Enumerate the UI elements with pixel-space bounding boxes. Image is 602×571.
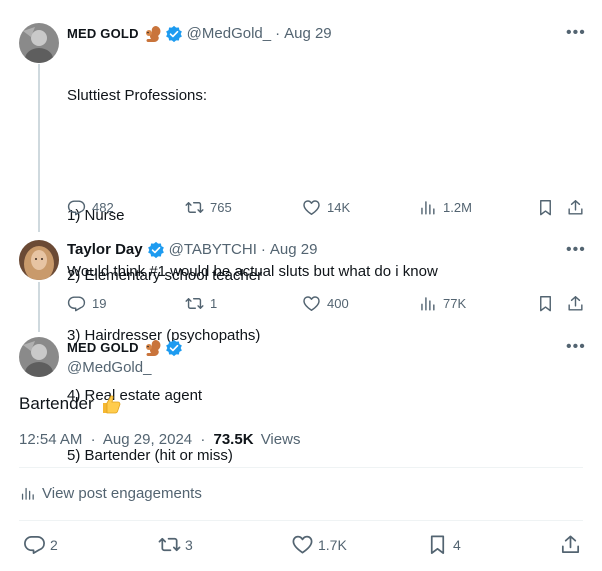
divider: [19, 520, 583, 521]
verified-badge-icon[interactable]: [165, 339, 183, 357]
tweet-time[interactable]: 12:54 AM: [19, 431, 82, 448]
verified-badge-icon[interactable]: [165, 25, 183, 43]
like-count: 1.7K: [318, 536, 347, 553]
tweet-date[interactable]: Aug 29: [270, 240, 318, 260]
avatar[interactable]: [19, 240, 59, 280]
author-name[interactable]: MED GOLD: [67, 24, 139, 44]
bookmark-icon: [540, 296, 551, 312]
reply-button[interactable]: 2: [23, 533, 58, 556]
thumbs-up-emoji-icon: [100, 393, 122, 415]
verified-badge-icon[interactable]: [147, 241, 165, 259]
avatar[interactable]: [19, 23, 59, 63]
views-count: 1.2M: [443, 200, 472, 215]
tweet-header: MED GOLD: [67, 338, 187, 358]
avatar-image: [19, 240, 59, 280]
bookmark-button[interactable]: [536, 198, 555, 217]
separator: ·: [90, 431, 96, 448]
heart-icon: [292, 535, 313, 554]
reply-icon: [67, 200, 86, 216]
squirrel-emoji-icon: [143, 338, 163, 358]
author-handle[interactable]: @MedGold_: [187, 24, 271, 44]
tweet-header: MED GOLD @MedGold_ · Aug 29: [67, 24, 332, 44]
views-icon: [421, 297, 435, 311]
tweet-date[interactable]: Aug 29, 2024: [103, 431, 192, 448]
tweet-body: Bartender: [19, 394, 94, 413]
more-options-icon[interactable]: •••: [566, 339, 586, 355]
share-button[interactable]: [566, 294, 585, 313]
bookmark-icon: [430, 535, 445, 554]
author-handle-row: @MedGold_: [67, 358, 151, 378]
more-options-icon[interactable]: •••: [566, 242, 586, 258]
separator: ·: [275, 25, 281, 42]
author-handle[interactable]: @TABYTCHI: [169, 240, 257, 260]
thread-line: [38, 282, 40, 332]
tweet-text: Bartender: [19, 392, 122, 416]
tweet-meta: 12:54 AM · Aug 29, 2024 · 73.5K Views: [19, 431, 300, 448]
share-icon: [568, 200, 583, 215]
tweet-line: 5) Bartender (hit or miss): [67, 447, 233, 464]
more-options-icon[interactable]: •••: [566, 25, 586, 41]
share-icon: [561, 535, 580, 554]
like-count: 400: [327, 296, 349, 311]
retweet-button[interactable]: 765: [185, 198, 232, 217]
author-name[interactable]: MED GOLD: [67, 338, 139, 358]
retweet-count: 765: [210, 200, 232, 215]
heart-icon: [303, 200, 320, 215]
retweet-icon: [158, 537, 181, 552]
like-button[interactable]: 400: [302, 294, 349, 313]
share-button[interactable]: [566, 198, 585, 217]
reply-icon: [67, 296, 86, 312]
views-icon: [421, 201, 435, 215]
separator: ·: [260, 241, 266, 258]
share-button[interactable]: [559, 533, 582, 556]
view-engagements-label: View post engagements: [42, 485, 202, 502]
separator: ·: [200, 431, 206, 448]
like-button[interactable]: 14K: [302, 198, 350, 217]
tweet-date[interactable]: Aug 29: [284, 24, 332, 44]
heart-icon: [303, 296, 320, 311]
retweet-count: 3: [185, 536, 193, 553]
views-count: 73.5K: [213, 431, 254, 448]
reply-count: 482: [92, 200, 114, 215]
reply-count: 2: [50, 536, 58, 553]
retweet-button[interactable]: 3: [158, 533, 193, 556]
retweet-icon: [185, 202, 204, 213]
author-name[interactable]: Taylor Day: [67, 240, 143, 260]
author-handle[interactable]: @MedGold_: [67, 358, 151, 378]
bookmark-icon: [540, 200, 551, 216]
avatar[interactable]: [19, 337, 59, 377]
tweet-line: Sluttiest Professions:: [67, 87, 208, 104]
tweet-text: Would think #1 would be actual sluts but…: [67, 263, 438, 280]
like-button[interactable]: 1.7K: [291, 533, 347, 556]
divider: [19, 467, 583, 468]
views-count: 77K: [443, 296, 467, 311]
bookmark-button[interactable]: 4: [426, 533, 461, 556]
views-button[interactable]: 77K: [418, 294, 466, 313]
views-icon: [21, 487, 34, 500]
retweet-button[interactable]: 1: [185, 294, 217, 313]
view-engagements-link[interactable]: View post engagements: [19, 485, 202, 502]
reply-button[interactable]: 19: [67, 294, 106, 313]
bookmark-count: 4: [453, 536, 461, 553]
squirrel-emoji-icon: [143, 24, 163, 44]
avatar-image: [19, 23, 59, 63]
tweet-header: Taylor Day @TABYTCHI · Aug 29: [67, 240, 317, 260]
reply-icon: [24, 535, 45, 554]
reply-count: 19: [92, 296, 107, 311]
retweet-count: 1: [210, 296, 218, 311]
bookmark-button[interactable]: [536, 294, 555, 313]
tweet-line: [67, 146, 262, 166]
reply-button[interactable]: 482: [67, 198, 114, 217]
avatar-image: [19, 337, 59, 377]
thread-line: [38, 64, 40, 232]
views-button[interactable]: 1.2M: [418, 198, 472, 217]
views-label: Views: [260, 431, 301, 448]
like-count: 14K: [327, 200, 351, 215]
retweet-icon: [185, 298, 204, 309]
share-icon: [568, 296, 583, 311]
